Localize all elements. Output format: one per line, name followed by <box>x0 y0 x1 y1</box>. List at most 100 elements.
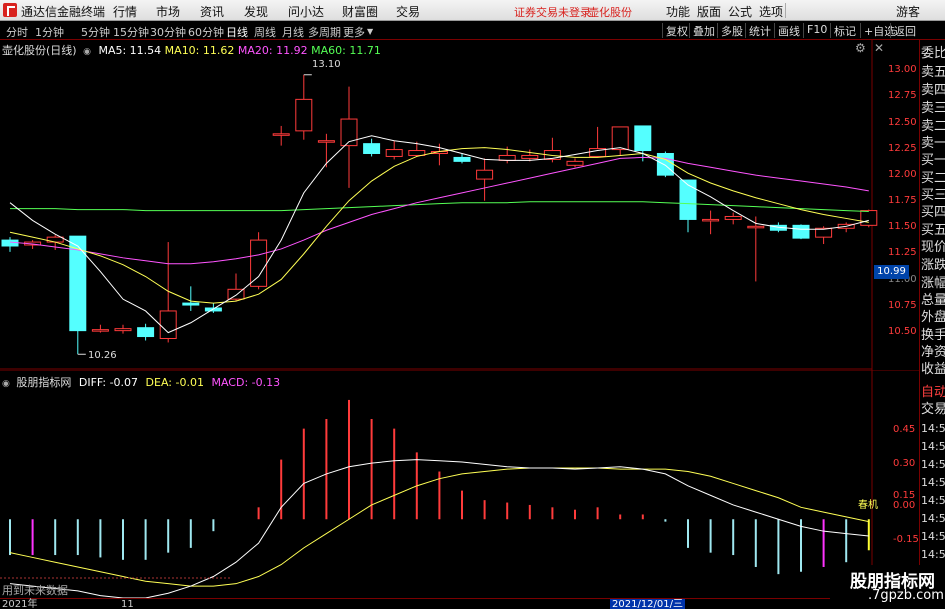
candlestick-chart[interactable] <box>0 40 919 370</box>
date-cursor-label: 2021/12/01/三 <box>610 599 686 609</box>
trade-time: 14:56 <box>921 548 945 561</box>
macd-axis-label: 0.00 <box>893 500 916 511</box>
candle-body <box>137 327 155 338</box>
menu-market-quotes[interactable]: 行情 <box>113 3 137 20</box>
menu-options[interactable]: 选项 <box>759 3 783 20</box>
candle-body <box>272 133 290 136</box>
candle-body <box>566 160 584 166</box>
macd-axis-label: -0.15 <box>893 534 919 545</box>
candle-body <box>792 224 810 239</box>
low-price-label: 10.26 <box>88 350 117 361</box>
menu-layout[interactable]: 版面 <box>697 3 721 20</box>
app-title: 通达信金融终端 <box>21 5 106 19</box>
menu-wealth-circle[interactable]: 财富圈 <box>342 3 378 20</box>
candle-body <box>182 302 200 306</box>
tab-auto[interactable]: 自动 <box>921 385 945 401</box>
tool-draw[interactable]: 画线 <box>774 23 803 38</box>
period-monthly[interactable]: 月线 <box>282 24 304 40</box>
sidebar-item-outer-volume: 外盘 <box>921 310 945 325</box>
tool-multi-stock[interactable]: 多股 <box>717 23 746 38</box>
macd-header: ◉ 股朋指标网 DIFF: -0.07 DEA: -0.01 MACD: -0.… <box>2 374 280 390</box>
period-5min[interactable]: 5分钟 <box>81 24 110 40</box>
sidebar-item-ask1: 卖一 <box>921 136 945 151</box>
sidebar-item-bid5: 买五 <box>921 223 945 238</box>
price-axis-label: 11.75 <box>888 195 917 206</box>
candle-body <box>363 143 381 154</box>
sidebar-item-commission-ratio: 委比 <box>921 46 945 61</box>
candle-body <box>634 125 652 152</box>
tab-trades[interactable]: 交易 <box>921 402 945 418</box>
period-60min[interactable]: 60分钟 <box>188 24 224 40</box>
macd-chart[interactable] <box>0 370 919 598</box>
main-chart-header: 壶化股份(日线) ◉ MA5: 11.54 MA10: 11.62 MA20: … <box>2 42 381 58</box>
app-logo-icon <box>3 3 17 17</box>
period-15min[interactable]: 15分钟 <box>113 24 149 40</box>
candle-body <box>860 210 878 226</box>
ma20-value: MA20: 11.92 <box>237 44 308 57</box>
period-intraday[interactable]: 分时 <box>6 24 28 40</box>
tool-overlay[interactable]: 叠加 <box>689 23 718 38</box>
candle-body <box>724 215 742 220</box>
diff-value: DIFF: -0.07 <box>78 376 139 389</box>
trade-time: 14:56 <box>921 494 945 507</box>
sidebar-item-ask4: 卖四 <box>921 83 945 98</box>
period-daily[interactable]: 日线 <box>226 24 248 40</box>
menu-trade[interactable]: 交易 <box>396 3 420 20</box>
sidebar-item-bid3: 买三 <box>921 188 945 203</box>
sidebar-item-ask5: 卖五 <box>921 65 945 80</box>
trade-time: 14:56 <box>921 512 945 525</box>
menu-formula[interactable]: 公式 <box>728 3 752 20</box>
menu-function[interactable]: 功能 <box>666 3 690 20</box>
price-axis-label: 12.00 <box>888 169 917 180</box>
menu-discover[interactable]: 发现 <box>244 3 268 20</box>
sidebar-item-ask3: 卖三 <box>921 101 945 116</box>
sidebar-item-price: 现价 <box>921 240 945 255</box>
period-30min[interactable]: 30分钟 <box>150 24 186 40</box>
candle-body <box>476 169 494 180</box>
chevron-down-icon[interactable]: ▼ <box>367 27 373 36</box>
period-1min[interactable]: 1分钟 <box>35 24 64 40</box>
tool-f10[interactable]: F10 <box>803 23 830 38</box>
period-multi[interactable]: 多周期 <box>308 24 341 40</box>
date-year-label: 2021年 <box>2 599 38 609</box>
ma60-line <box>10 201 869 213</box>
macd-value: MACD: -0.13 <box>211 376 281 389</box>
tool-statistics[interactable]: 统计 <box>745 23 774 38</box>
tool-mark[interactable]: 标记 <box>830 23 859 38</box>
sidebar-item-volume: 总量 <box>921 293 945 308</box>
sidebar-item-earnings: 收益 <box>921 362 945 377</box>
candle-body <box>385 149 403 157</box>
price-axis-label: 12.50 <box>888 117 917 128</box>
period-weekly[interactable]: 周线 <box>254 24 276 40</box>
chevron-down-icon[interactable]: ◉ <box>83 47 91 57</box>
menu-ask[interactable]: 问小达 <box>288 3 324 20</box>
chevron-down-icon[interactable]: ◉ <box>2 379 10 389</box>
sidebar-item-change-pct: 涨幅 <box>921 276 945 291</box>
ma10-value: MA10: 11.62 <box>164 44 235 57</box>
menu-market[interactable]: 市场 <box>156 3 180 20</box>
candle-body <box>91 329 109 332</box>
close-icon[interactable]: ✕ <box>874 41 884 55</box>
login-notice[interactable]: 证券交易未登录 <box>514 4 591 20</box>
tool-back[interactable]: 返回 <box>890 23 919 38</box>
macd-axis-label: 0.30 <box>893 458 916 469</box>
watermark-url: .7gpzb.com <box>868 588 944 603</box>
user-guest[interactable]: 游客 <box>896 3 920 20</box>
macd-axis-label: 0.45 <box>893 424 916 435</box>
sidebar-item-ask2: 卖二 <box>921 119 945 134</box>
divider <box>785 3 786 18</box>
price-axis-label: 11.25 <box>888 247 917 258</box>
date-month-label: 11 <box>121 599 134 609</box>
candle-body <box>114 328 132 332</box>
candle-body <box>611 126 629 151</box>
period-toolbar: 分时 1分钟 5分钟 15分钟 30分钟 60分钟 日线 周线 月线 多周期 更… <box>0 21 945 40</box>
dea-value: DEA: -0.01 <box>145 376 204 389</box>
menu-news[interactable]: 资讯 <box>200 3 224 20</box>
candle-body <box>453 156 471 162</box>
indicator-name: 股朋指标网 <box>16 376 72 389</box>
quote-sidebar: 委比 卖五 卖四 卖三 卖二 卖一 买一 买二 买三 买四 买五 现价 涨跌 涨… <box>919 40 945 609</box>
period-more[interactable]: 更多 <box>343 24 365 40</box>
trade-time: 14:56 <box>921 476 945 489</box>
tool-adjust[interactable]: 复权 <box>662 23 691 38</box>
settings-icon[interactable]: ⚙ <box>855 41 866 55</box>
